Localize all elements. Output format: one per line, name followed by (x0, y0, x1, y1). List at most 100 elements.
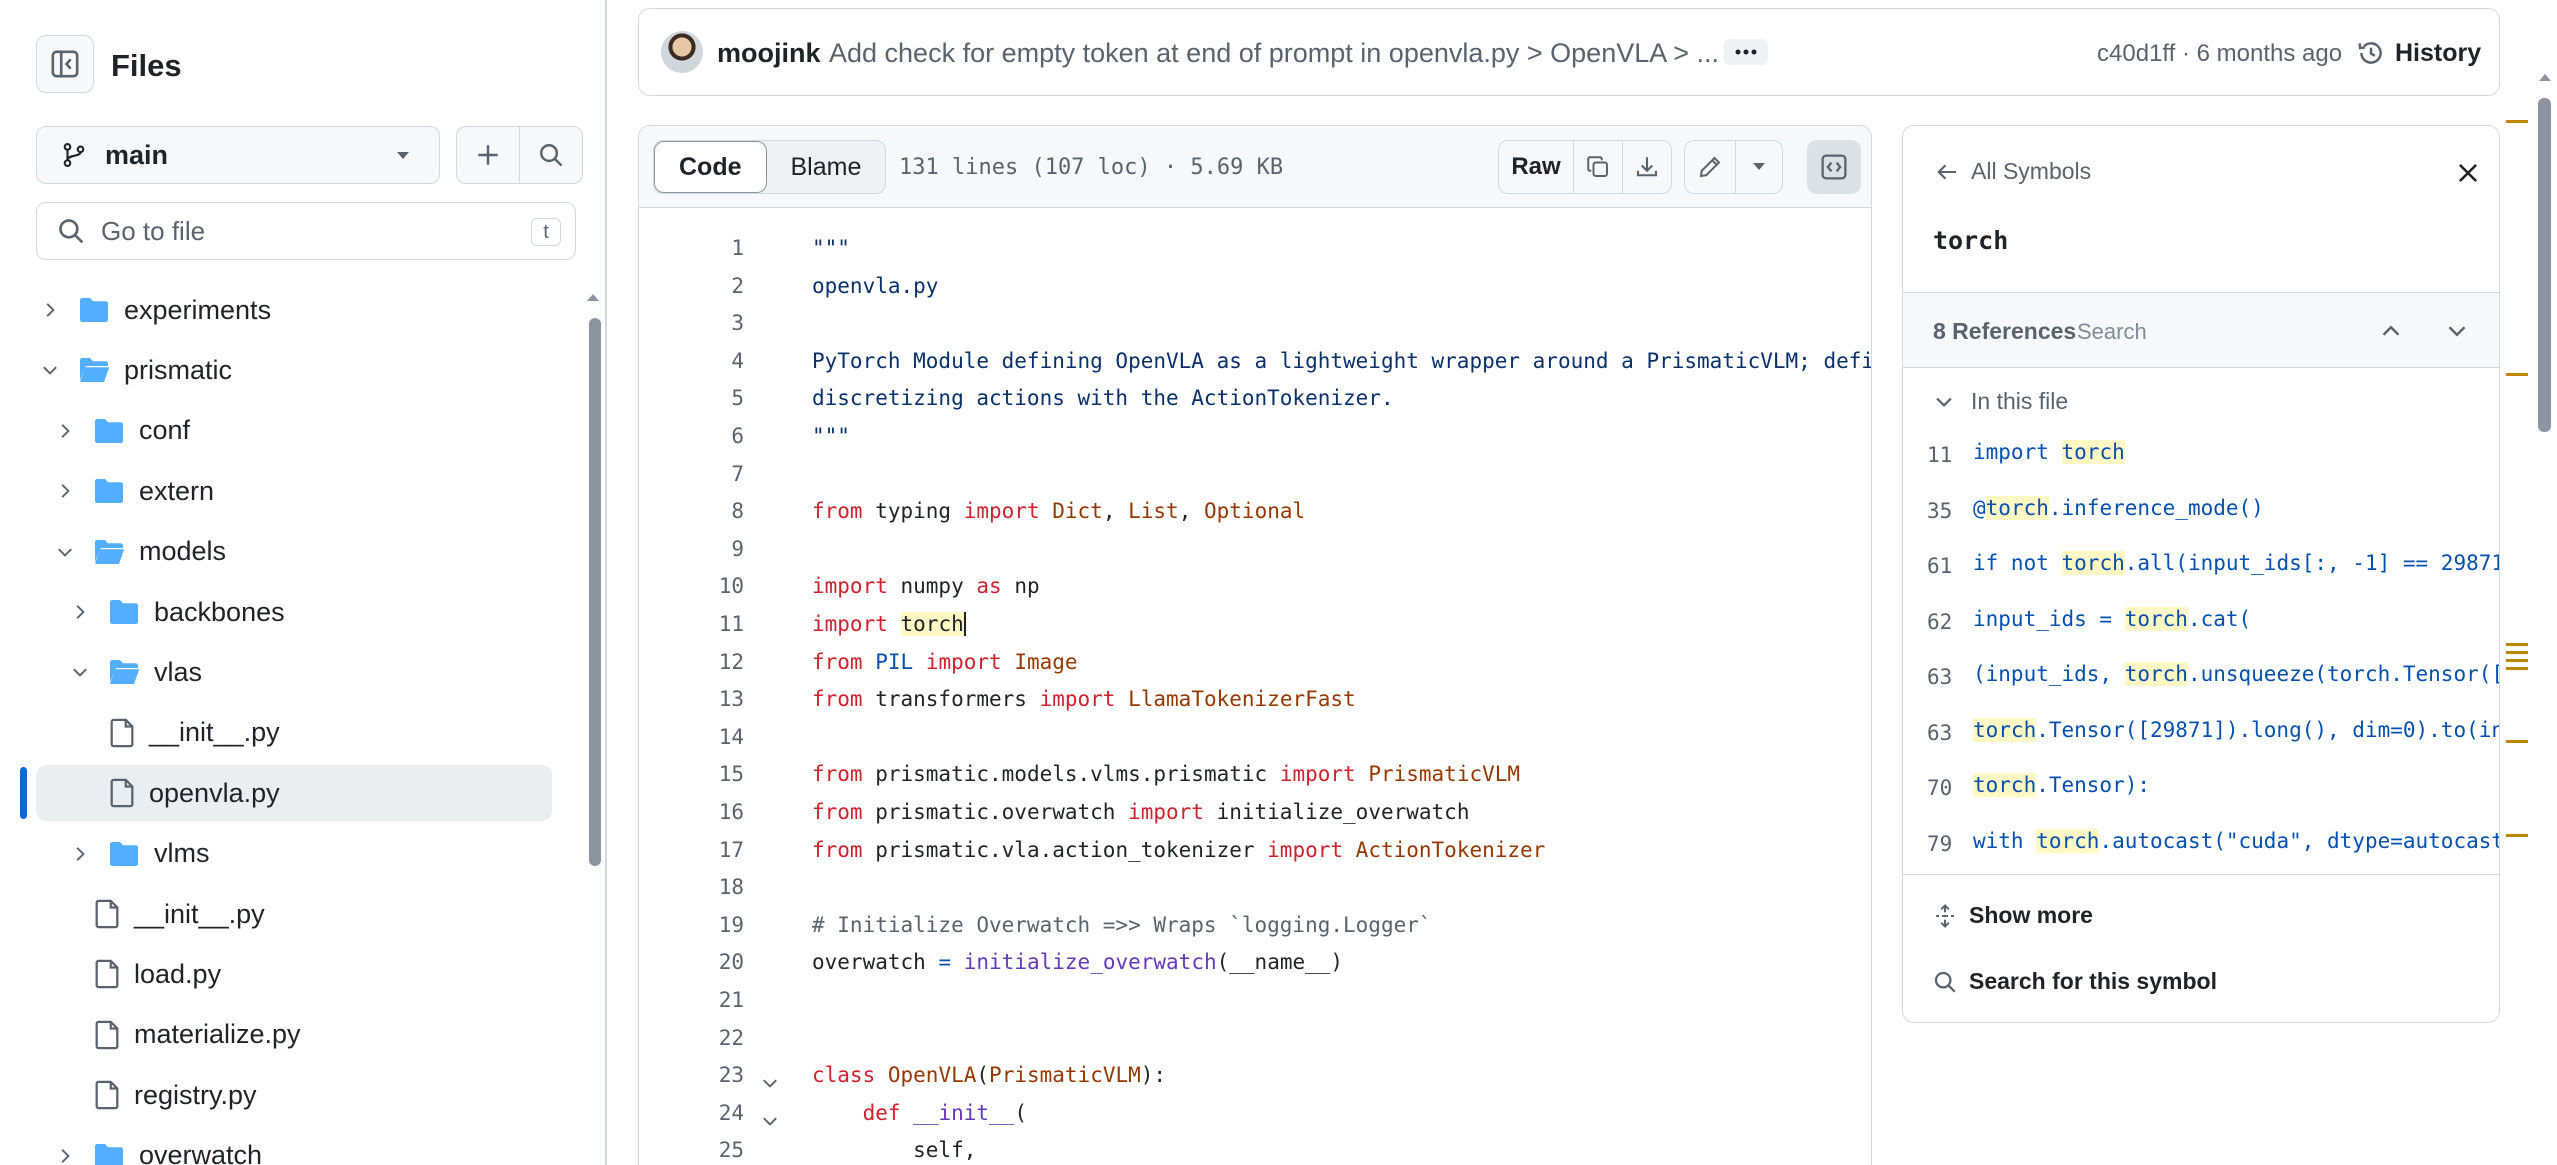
line-number[interactable]: 11 (639, 606, 744, 643)
code-line[interactable]: 12 from PIL import Image (639, 644, 1871, 681)
tree-folder[interactable]: vlas (36, 644, 552, 700)
reference-item[interactable]: 63 (input_ids, torch.unsqueeze(torch.Tens… (1903, 648, 2499, 703)
raw-button[interactable]: Raw (1498, 140, 1574, 194)
line-number[interactable]: 8 (639, 493, 744, 530)
tree-folder[interactable]: prismatic (36, 342, 552, 398)
tree-file[interactable]: __init__.py (36, 705, 552, 761)
chevron-right-icon[interactable] (66, 840, 94, 868)
code-line[interactable]: 25 self, (639, 1132, 1871, 1165)
tab-code[interactable]: Code (654, 141, 767, 193)
reference-item[interactable]: 61 if not torch.all(input_ids[:, -1] == 2… (1903, 537, 2499, 592)
search-repo-button[interactable] (519, 126, 583, 184)
code-line[interactable]: 18 (639, 869, 1871, 906)
chevron-down-icon[interactable] (66, 658, 94, 686)
tree-folder[interactable]: models (36, 524, 552, 580)
collapse-sidebar-button[interactable] (36, 35, 94, 93)
line-number[interactable]: 25 (639, 1132, 744, 1165)
tree-folder[interactable]: vlms (36, 826, 552, 882)
code-line[interactable]: 11 import torch (639, 606, 1871, 643)
tree-folder[interactable]: overwatch (36, 1128, 552, 1165)
code-line[interactable]: 21 (639, 982, 1871, 1019)
expand-commit-message-button[interactable] (1724, 39, 1768, 65)
chevron-down-icon[interactable] (36, 356, 64, 384)
reference-item[interactable]: 35 @torch.inference_mode() (1903, 482, 2499, 537)
line-number[interactable]: 7 (639, 456, 744, 493)
code-line[interactable]: 13 from transformers import LlamaTokenize… (639, 681, 1871, 718)
line-number[interactable]: 1 (639, 230, 744, 267)
chevron-right-icon[interactable] (36, 296, 64, 324)
code-line[interactable]: 9 (639, 531, 1871, 568)
code-line[interactable]: 23 class OpenVLA(PrismaticVLM): (639, 1057, 1871, 1094)
sidebar-scrollbar-thumb[interactable] (589, 318, 601, 866)
line-number[interactable]: 10 (639, 568, 744, 605)
scroll-up-arrow-icon[interactable] (586, 292, 600, 302)
symbols-panel-toggle[interactable] (1807, 140, 1861, 194)
code-line[interactable]: 14 (639, 719, 1871, 756)
line-number[interactable]: 6 (639, 418, 744, 455)
tab-blame[interactable]: Blame (767, 141, 886, 193)
tree-file[interactable]: materialize.py (36, 1007, 552, 1063)
sidebar-resize-handle[interactable] (605, 0, 607, 1165)
chevron-down-icon[interactable] (51, 538, 79, 566)
code-line[interactable]: 4 PyTorch Module defining OpenVLA as a li… (639, 343, 1871, 380)
line-number[interactable]: 22 (639, 1020, 744, 1057)
reference-search-input[interactable]: Search (2077, 319, 2147, 345)
edit-file-button[interactable] (1684, 140, 1736, 194)
tree-file[interactable]: openvla.py (36, 765, 552, 822)
chevron-right-icon[interactable] (66, 598, 94, 626)
code-line[interactable]: 15 from prismatic.models.vlms.prismatic i… (639, 756, 1871, 793)
line-number[interactable]: 13 (639, 681, 744, 718)
tree-file[interactable]: load.py (36, 946, 552, 1002)
show-more-button[interactable]: Show more (1933, 902, 2093, 929)
reference-item[interactable]: 63 torch.Tensor([29871]).long(), dim=0).t… (1903, 704, 2499, 759)
in-this-file-toggle[interactable]: In this file (1933, 388, 2068, 415)
all-symbols-link[interactable]: All Symbols (1935, 158, 2091, 185)
line-number[interactable]: 24 (639, 1095, 744, 1132)
line-number[interactable]: 12 (639, 644, 744, 681)
commit-hash-and-time[interactable]: c40d1ff · 6 months ago (2097, 40, 2342, 68)
line-number[interactable]: 3 (639, 305, 744, 342)
chevron-down-icon[interactable] (2445, 319, 2469, 343)
commit-author-link[interactable]: moojink (717, 38, 821, 69)
line-number[interactable]: 16 (639, 794, 744, 831)
chevron-right-icon[interactable] (51, 417, 79, 445)
tree-folder[interactable]: backbones (36, 584, 552, 640)
chevron-right-icon[interactable] (51, 1142, 79, 1165)
tree-file[interactable]: registry.py (36, 1067, 552, 1123)
code-line[interactable]: 8 from typing import Dict, List, Optional (639, 493, 1871, 530)
code-line[interactable]: 16 from prismatic.overwatch import initia… (639, 794, 1871, 831)
reference-item[interactable]: 11 import torch (1903, 426, 2499, 481)
tree-file[interactable]: __init__.py (36, 886, 552, 942)
reference-item[interactable]: 79 with torch.autocast("cuda", dtype=auto… (1903, 815, 2499, 870)
tree-folder[interactable]: extern (36, 463, 552, 519)
more-edit-options-button[interactable] (1735, 140, 1783, 194)
tree-folder[interactable]: conf (36, 403, 552, 459)
code-line[interactable]: 17 from prismatic.vla.action_tokenizer im… (639, 832, 1871, 869)
line-number[interactable]: 23 (639, 1057, 744, 1094)
code-line[interactable]: 5 discretizing actions with the ActionTok… (639, 380, 1871, 417)
code-line[interactable]: 2 openvla.py (639, 268, 1871, 305)
reference-item[interactable]: 70 torch.Tensor): (1903, 759, 2499, 814)
history-button[interactable]: History (2357, 33, 2481, 73)
line-number[interactable]: 20 (639, 944, 744, 981)
line-number[interactable]: 19 (639, 907, 744, 944)
line-number[interactable]: 5 (639, 380, 744, 417)
line-number[interactable]: 14 (639, 719, 744, 756)
code-line[interactable]: 10 import numpy as np (639, 568, 1871, 605)
line-number[interactable]: 2 (639, 268, 744, 305)
code-line[interactable]: 3 (639, 305, 1871, 342)
line-number[interactable]: 9 (639, 531, 744, 568)
code-line[interactable]: 1 """ (639, 230, 1871, 267)
code-line[interactable]: 6 """ (639, 418, 1871, 455)
code-line[interactable]: 20 overwatch = initialize_overwatch(__nam… (639, 944, 1871, 981)
scroll-up-arrow-icon[interactable] (2538, 72, 2552, 82)
tree-folder[interactable]: experiments (36, 284, 552, 338)
line-number[interactable]: 15 (639, 756, 744, 793)
line-number[interactable]: 4 (639, 343, 744, 380)
commit-message-link[interactable]: Add check for empty token at end of prom… (829, 38, 1719, 69)
chevron-up-icon[interactable] (2379, 319, 2403, 343)
page-scrollbar-thumb[interactable] (2538, 98, 2551, 432)
download-raw-button[interactable] (1622, 140, 1672, 194)
go-to-file-input[interactable]: Go to file t (36, 202, 576, 260)
copy-raw-button[interactable] (1573, 140, 1623, 194)
